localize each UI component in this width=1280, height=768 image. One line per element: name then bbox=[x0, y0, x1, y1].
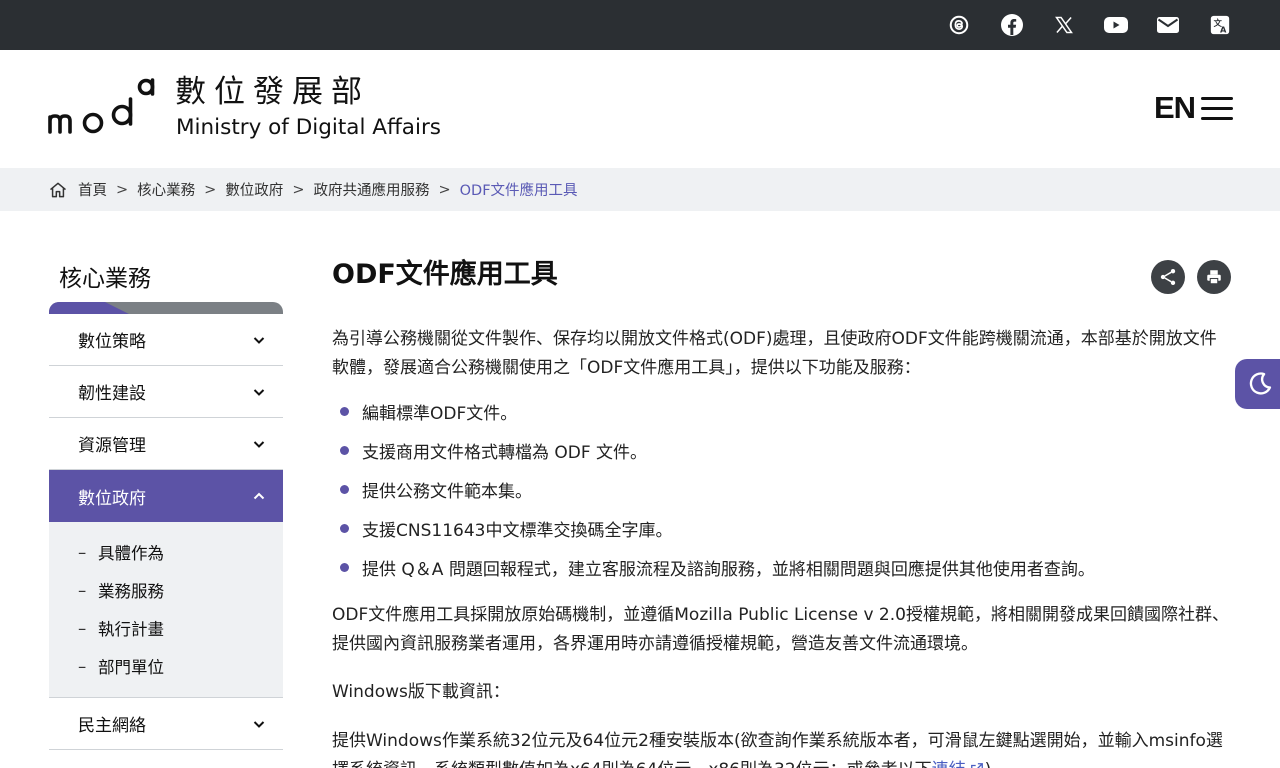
sidebar-tab-decoration bbox=[49, 302, 283, 314]
windows-description-text: 提供Windows作業系統32位元及64位元2種安裝版本(欲查詢作業系統版本者，… bbox=[332, 731, 1223, 768]
list-item: 支援CNS11643中文標準交換碼全字庫。 bbox=[332, 509, 1232, 548]
dash-icon: – bbox=[78, 618, 87, 638]
breadcrumb-separator: > bbox=[204, 181, 217, 198]
mail-icon[interactable] bbox=[1155, 12, 1181, 38]
site-logo[interactable]: 數位發展部 Ministry of Digital Affairs bbox=[48, 74, 468, 146]
breadcrumb-separator: > bbox=[292, 181, 305, 198]
sidebar-sub-item-label: 業務服務 bbox=[98, 582, 164, 601]
language-switch-button[interactable]: EN bbox=[1154, 90, 1196, 126]
list-item-text: 支援CNS11643中文標準交換碼全字庫。 bbox=[362, 521, 673, 541]
breadcrumb-bar: 首頁 > 核心業務 > 數位政府 > 政府共通應用服務 > ODF文件應用工具 bbox=[0, 168, 1280, 211]
sidebar-title: 核心業務 bbox=[59, 266, 151, 292]
print-button[interactable] bbox=[1197, 260, 1231, 294]
youtube-icon[interactable] bbox=[1103, 12, 1129, 38]
sidebar-sub-item-departments[interactable]: – 部門單位 bbox=[49, 647, 283, 685]
breadcrumb-current: ODF文件應用工具 bbox=[459, 183, 578, 199]
logo-english-name: Ministry of Digital Affairs bbox=[176, 115, 441, 140]
moon-icon bbox=[1249, 372, 1272, 395]
print-icon bbox=[1207, 270, 1221, 285]
sidebar-item-digital-government[interactable]: 數位政府 bbox=[49, 470, 283, 522]
list-item: 提供公務文件範本集。 bbox=[332, 470, 1232, 509]
chevron-down-icon bbox=[252, 333, 266, 347]
windows-download-description: 提供Windows作業系統32位元及64位元2種安裝版本(欲查詢作業系統版本者，… bbox=[332, 727, 1232, 768]
external-link-icon bbox=[966, 760, 985, 768]
sidebar-sub-item-actions[interactable]: – 具體作為 bbox=[49, 533, 283, 571]
breadcrumb: 首頁 > 核心業務 > 數位政府 > 政府共通應用服務 > ODF文件應用工具 bbox=[48, 168, 578, 211]
top-social-bar: 文A bbox=[0, 0, 1280, 50]
sidebar-sub-item-label: 執行計畫 bbox=[98, 620, 164, 639]
sidebar: 核心業務 數位策略 韌性建設 資源管理 數位政府 – 具體作為 – 業務服務 –… bbox=[49, 262, 283, 750]
bullet-icon bbox=[340, 524, 349, 533]
bullet-icon bbox=[340, 446, 349, 455]
dash-icon: – bbox=[78, 580, 87, 600]
chevron-up-icon bbox=[252, 489, 266, 503]
chevron-down-icon bbox=[252, 437, 266, 451]
list-item: 提供 Q＆A 問題回報程式，建立客服流程及諮詢服務，並將相關問題與回應提供其他使… bbox=[332, 548, 1232, 587]
logo-chinese-name: 數位發展部 bbox=[175, 74, 370, 110]
sidebar-item-label: 民主網絡 bbox=[78, 716, 146, 736]
main-content: ODF文件應用工具 為引導公務機關從文件製作、保存均以開放文件格式(ODF)處理… bbox=[332, 250, 1232, 768]
svg-text:A: A bbox=[1220, 24, 1227, 34]
list-item: 支援商用文件格式轉檔為 ODF 文件。 bbox=[332, 431, 1232, 470]
breadcrumb-digital-government[interactable]: 數位政府 bbox=[225, 179, 283, 200]
reference-link[interactable]: 連結 bbox=[932, 760, 966, 768]
threads-icon[interactable] bbox=[946, 12, 972, 38]
facebook-icon[interactable] bbox=[999, 12, 1025, 38]
site-header: 數位發展部 Ministry of Digital Affairs EN bbox=[0, 50, 1280, 168]
list-item: 編輯標準ODF文件。 bbox=[332, 392, 1232, 431]
moda-logo-icon bbox=[48, 78, 155, 134]
home-icon[interactable] bbox=[48, 180, 68, 200]
windows-download-heading: Windows版下載資訊： bbox=[332, 682, 510, 702]
sidebar-sub-item-services[interactable]: – 業務服務 bbox=[49, 571, 283, 609]
breadcrumb-common-services[interactable]: 政府共通應用服務 bbox=[313, 179, 429, 200]
dash-icon: – bbox=[78, 656, 87, 676]
sidebar-sub-item-label: 具體作為 bbox=[98, 544, 164, 563]
sidebar-sub-item-plans[interactable]: – 執行計畫 bbox=[49, 609, 283, 647]
translate-icon[interactable]: 文A bbox=[1207, 12, 1233, 38]
bullet-icon bbox=[340, 407, 349, 416]
sidebar-item-digital-strategy[interactable]: 數位策略 bbox=[49, 314, 283, 366]
dash-icon: – bbox=[78, 542, 87, 562]
feature-list: 編輯標準ODF文件。 支援商用文件格式轉檔為 ODF 文件。 提供公務文件範本集… bbox=[332, 392, 1232, 587]
menu-icon[interactable] bbox=[1201, 95, 1233, 123]
sidebar-sub-list: – 具體作為 – 業務服務 – 執行計畫 – 部門單位 bbox=[49, 522, 283, 698]
share-button[interactable] bbox=[1151, 260, 1185, 294]
sidebar-item-label: 數位策略 bbox=[78, 332, 146, 352]
license-paragraph: ODF文件應用工具採開放原始碼機制，並遵循Mozilla Public Lice… bbox=[332, 605, 1229, 654]
list-item-text: 編輯標準ODF文件。 bbox=[362, 404, 518, 424]
sidebar-item-resource-management[interactable]: 資源管理 bbox=[49, 418, 283, 470]
bullet-icon bbox=[340, 485, 349, 494]
list-item-text: 提供 Q＆A 問題回報程式，建立客服流程及諮詢服務，並將相關問題與回應提供其他使… bbox=[362, 560, 1095, 580]
chevron-down-icon bbox=[252, 385, 266, 399]
intro-paragraph: 為引導公務機關從文件製作、保存均以開放文件格式(ODF)處理，且使政府ODF文件… bbox=[332, 329, 1217, 378]
list-item-text: 支援商用文件格式轉檔為 ODF 文件。 bbox=[362, 443, 648, 463]
sidebar-item-label: 資源管理 bbox=[78, 436, 146, 456]
breadcrumb-home[interactable]: 首頁 bbox=[78, 179, 107, 200]
sidebar-item-label: 韌性建設 bbox=[78, 384, 146, 404]
windows-description-tail: )。 bbox=[985, 760, 1009, 768]
chevron-down-icon bbox=[252, 717, 266, 731]
list-item-text: 提供公務文件範本集。 bbox=[362, 482, 532, 502]
breadcrumb-core-business[interactable]: 核心業務 bbox=[137, 179, 195, 200]
sidebar-sub-item-label: 部門單位 bbox=[98, 658, 164, 677]
breadcrumb-separator: > bbox=[438, 181, 451, 198]
x-icon[interactable] bbox=[1051, 12, 1077, 38]
page-title: ODF文件應用工具 bbox=[332, 259, 558, 290]
bullet-icon bbox=[340, 563, 349, 572]
breadcrumb-separator: > bbox=[116, 181, 129, 198]
sidebar-item-label: 數位政府 bbox=[78, 488, 146, 509]
sidebar-item-resilience[interactable]: 韌性建設 bbox=[49, 366, 283, 418]
share-icon bbox=[1160, 269, 1176, 285]
dark-mode-toggle[interactable] bbox=[1235, 359, 1280, 409]
sidebar-item-democracy-network[interactable]: 民主網絡 bbox=[49, 698, 283, 750]
